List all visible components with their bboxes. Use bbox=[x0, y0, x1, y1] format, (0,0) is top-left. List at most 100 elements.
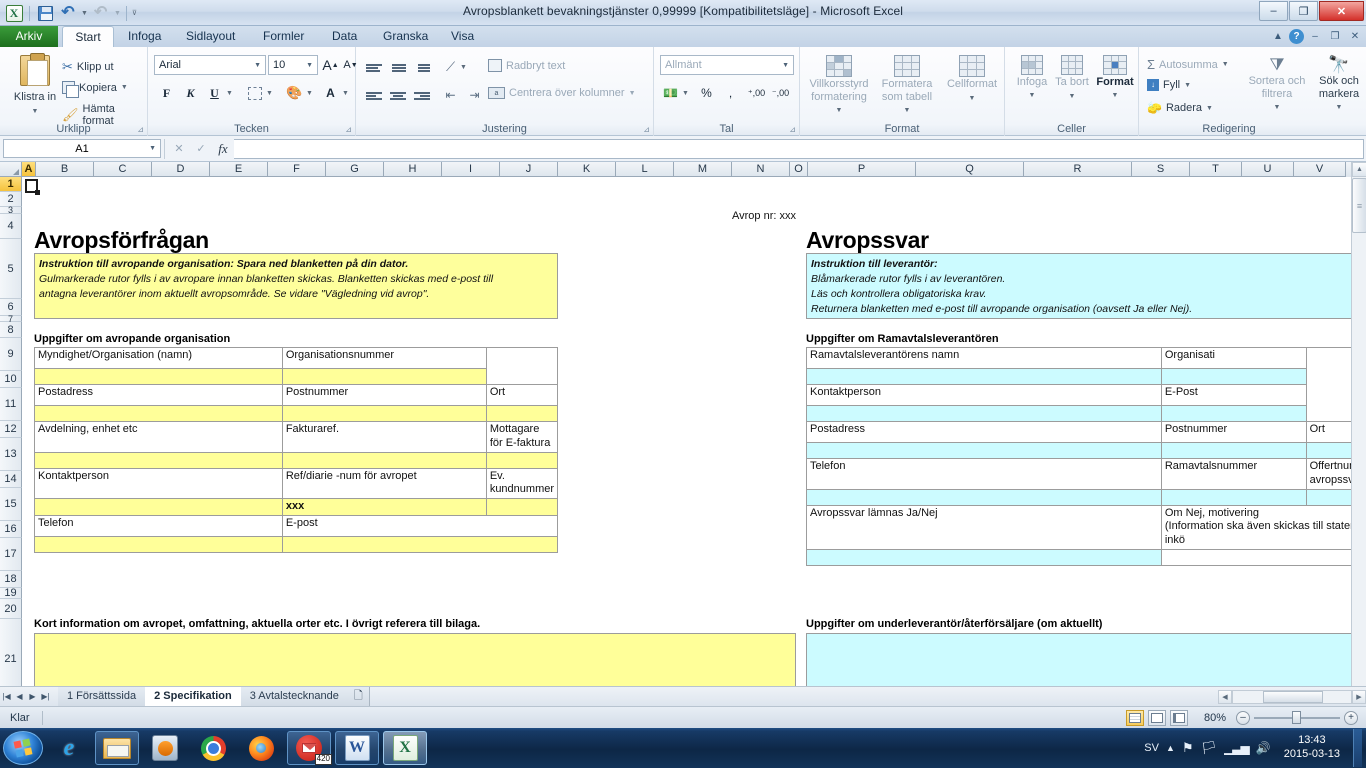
column-header-U[interactable]: U bbox=[1242, 162, 1294, 177]
row-header-11[interactable]: 11 bbox=[0, 388, 22, 421]
row-header-3[interactable]: 3 bbox=[0, 205, 22, 215]
decrease-indent-icon[interactable]: ⇤ bbox=[440, 85, 461, 105]
name-box[interactable]: A1 ▼ bbox=[3, 139, 161, 158]
taskbar-item-excel[interactable]: X bbox=[383, 731, 427, 765]
find-select-dropdown-icon[interactable]: ▼ bbox=[1336, 104, 1343, 111]
select-all-corner[interactable] bbox=[0, 162, 22, 177]
paste-button[interactable]: Klistra in ▼ bbox=[8, 53, 62, 116]
row-header-5[interactable]: 5 bbox=[0, 239, 22, 299]
ribbon-tab-infoga[interactable]: Infoga bbox=[118, 26, 171, 47]
zoom-in-button[interactable]: + bbox=[1344, 710, 1358, 725]
format-dropdown-icon[interactable]: ▼ bbox=[1112, 92, 1119, 99]
chevron-down-icon[interactable]: ▼ bbox=[149, 145, 156, 152]
cell-avropssvar-input[interactable] bbox=[806, 548, 1162, 566]
borders-icon[interactable] bbox=[244, 83, 265, 103]
paste-dropdown-icon[interactable]: ▼ bbox=[32, 108, 39, 115]
column-header-T[interactable]: T bbox=[1190, 162, 1242, 177]
merge-center-button[interactable]: a Centrera över kolumner ▼ bbox=[488, 87, 636, 99]
format-cells-button[interactable]: Format ▼ bbox=[1093, 55, 1137, 100]
copy-dropdown-icon[interactable]: ▼ bbox=[121, 84, 128, 91]
column-header-E[interactable]: E bbox=[210, 162, 268, 177]
column-header-B[interactable]: B bbox=[36, 162, 94, 177]
bold-button[interactable]: F bbox=[156, 83, 177, 103]
last-sheet-icon[interactable]: ▶| bbox=[39, 688, 52, 706]
hscroll-left-icon[interactable]: ◀ bbox=[1218, 689, 1232, 704]
row-header-1[interactable]: 1 bbox=[0, 177, 22, 192]
cell-efaktura-input[interactable] bbox=[485, 451, 559, 469]
number-format-select[interactable]: Allmänt ▼ bbox=[660, 55, 794, 75]
row-header-21[interactable]: 21 bbox=[0, 619, 22, 686]
font-dialog-launcher-icon[interactable]: ⊿ bbox=[345, 125, 352, 134]
clock[interactable]: 13:43 2015-03-13 bbox=[1278, 734, 1346, 762]
sheet-tab-forsattssida[interactable]: 1 Försättssida bbox=[58, 687, 147, 706]
row-header-19[interactable]: 19 bbox=[0, 587, 22, 599]
table-row[interactable] bbox=[34, 535, 559, 553]
minimize-button[interactable]: – bbox=[1259, 1, 1288, 21]
row-header-14[interactable]: 14 bbox=[0, 471, 22, 488]
workbook-close-icon[interactable]: ✕ bbox=[1346, 27, 1364, 45]
prev-sheet-icon[interactable]: ◀ bbox=[13, 688, 26, 706]
orientation-dropdown-icon[interactable]: ▼ bbox=[460, 64, 467, 71]
insert-function-icon[interactable]: fx bbox=[212, 139, 234, 159]
delete-dropdown-icon[interactable]: ▼ bbox=[1069, 93, 1076, 100]
number-dialog-launcher-icon[interactable]: ⊿ bbox=[789, 125, 796, 134]
volume-icon[interactable]: 🔊 bbox=[1256, 741, 1271, 755]
table-row[interactable] bbox=[806, 405, 1352, 422]
horizontal-scroll-thumb[interactable] bbox=[1263, 690, 1323, 703]
column-header-C[interactable]: C bbox=[94, 162, 152, 177]
table-dropdown-icon[interactable]: ▼ bbox=[904, 107, 911, 114]
orientation-icon[interactable]: ⟋ bbox=[440, 57, 461, 77]
cancel-entry-icon[interactable]: ✕ bbox=[168, 139, 190, 159]
alignment-dialog-launcher-icon[interactable]: ⊿ bbox=[643, 125, 650, 134]
cell-right-epost-input[interactable] bbox=[1160, 405, 1307, 422]
action-center-icon[interactable]: 🏳 bbox=[1201, 740, 1218, 756]
cell-refdiarie-input[interactable]: xxx bbox=[281, 498, 487, 516]
ribbon-tab-sidlayout[interactable]: Sidlayout bbox=[176, 26, 245, 47]
column-header-P[interactable]: P bbox=[808, 162, 916, 177]
insert-dropdown-icon[interactable]: ▼ bbox=[1029, 92, 1036, 99]
currency-dropdown-icon[interactable]: ▼ bbox=[682, 90, 689, 97]
scroll-up-icon[interactable]: ▲ bbox=[1352, 162, 1366, 177]
cell-right-ort-input[interactable] bbox=[1305, 442, 1351, 459]
restore-button[interactable]: ❐ bbox=[1289, 1, 1318, 21]
column-header-J[interactable]: J bbox=[500, 162, 558, 177]
italic-button[interactable]: K bbox=[180, 83, 201, 103]
cell-avdelning-input[interactable] bbox=[34, 451, 283, 469]
column-header-M[interactable]: M bbox=[674, 162, 732, 177]
cell-orgnr-input[interactable] bbox=[281, 368, 487, 385]
show-desktop-button[interactable] bbox=[1353, 729, 1362, 767]
zoom-out-button[interactable]: – bbox=[1236, 710, 1250, 725]
sort-filter-dropdown-icon[interactable]: ▼ bbox=[1274, 104, 1281, 111]
fill-dropdown-icon[interactable]: ▼ bbox=[1184, 82, 1191, 89]
align-right-icon[interactable] bbox=[414, 87, 434, 105]
cell-om-nej-input[interactable] bbox=[1160, 548, 1351, 566]
conditional-dropdown-icon[interactable]: ▼ bbox=[836, 107, 843, 114]
network-flag-icon[interactable]: ⚑ bbox=[1182, 740, 1194, 756]
hscroll-right-icon[interactable]: ▶ bbox=[1352, 689, 1366, 704]
taskbar-item-file-explorer[interactable] bbox=[95, 731, 139, 765]
taskbar-item-internet-explorer[interactable]: e bbox=[47, 731, 91, 765]
sheet-canvas[interactable]: Avrop nr: xxx Avropsförfrågan Instruktio… bbox=[22, 177, 1351, 686]
row-header-4[interactable]: 4 bbox=[0, 214, 22, 239]
table-row[interactable] bbox=[806, 368, 1352, 385]
help-icon[interactable]: ? bbox=[1289, 28, 1304, 44]
collapse-ribbon-icon[interactable]: ▲ bbox=[1269, 27, 1287, 45]
vertical-scrollbar[interactable]: ▲ bbox=[1351, 162, 1366, 686]
language-indicator[interactable]: SV bbox=[1144, 742, 1159, 754]
cell-telefon-input[interactable] bbox=[34, 535, 283, 553]
next-sheet-icon[interactable]: ▶ bbox=[26, 688, 39, 706]
sheet-tab-avtalstecknande[interactable]: 3 Avtalstecknande bbox=[240, 687, 349, 706]
row-header-8[interactable]: 8 bbox=[0, 322, 22, 338]
workbook-restore-icon[interactable]: ❐ bbox=[1326, 27, 1344, 45]
wrap-text-button[interactable]: Radbryt text bbox=[488, 59, 565, 72]
font-color-dropdown-icon[interactable]: ▼ bbox=[342, 90, 349, 97]
cell-kontaktperson-input[interactable] bbox=[34, 498, 283, 516]
row-header-16[interactable]: 16 bbox=[0, 521, 22, 538]
column-header-K[interactable]: K bbox=[558, 162, 616, 177]
taskbar-item-google-chrome[interactable] bbox=[191, 731, 235, 765]
cell-fakturaref-input[interactable] bbox=[281, 451, 487, 469]
signal-strength-icon[interactable]: ▁▃▅ bbox=[1224, 741, 1250, 755]
formula-input[interactable] bbox=[234, 138, 1364, 159]
copy-button[interactable]: Kopiera ▼ bbox=[62, 81, 128, 98]
find-select-button[interactable]: 🔭 Sök och markera ▼ bbox=[1311, 55, 1366, 112]
